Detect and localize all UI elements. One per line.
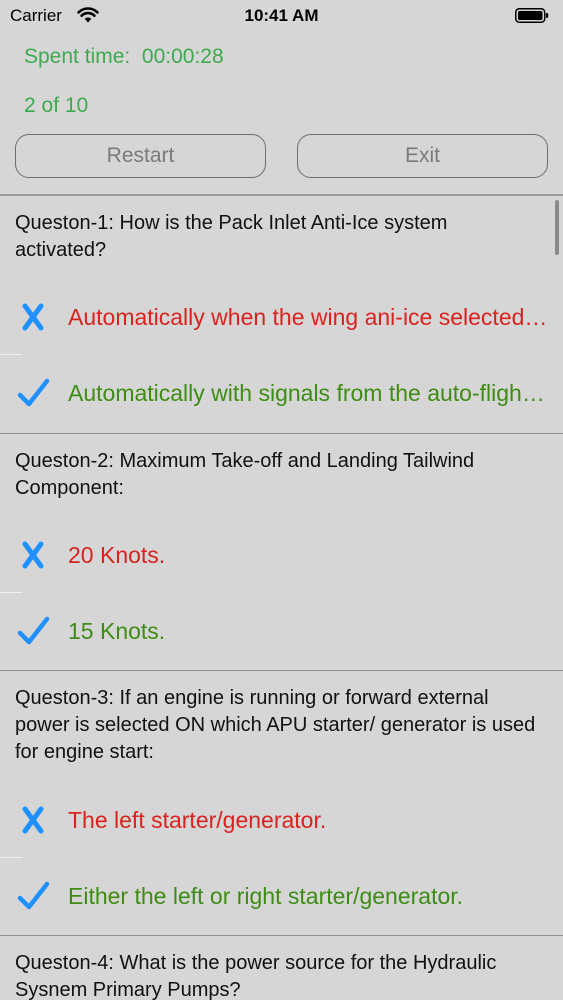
cross-icon [22, 541, 44, 569]
question-text: Queston-1: How is the Pack Inlet Anti-Ic… [15, 212, 448, 261]
question-section-3: Queston-3: If an engine is running or fo… [0, 671, 563, 935]
checkmark-icon [17, 881, 50, 910]
clock-time: 10:41 AM [244, 6, 319, 25]
spent-time-label: Spent time: 00:00:28 [24, 45, 224, 68]
answer-text: The left starter/generator. [68, 807, 327, 833]
question-section-1: Queston-1: How is the Pack Inlet Anti-Ic… [0, 196, 563, 433]
exit-button[interactable]: Exit [297, 134, 548, 178]
answer-row-correct[interactable]: 15 Knots. [0, 610, 563, 650]
question-text: Queston-3: If an engine is running or fo… [15, 687, 536, 763]
cross-icon [22, 303, 44, 331]
answer-text: 20 Knots. [68, 542, 166, 568]
answer-row-correct[interactable]: Either the left or right starter/generat… [0, 875, 563, 915]
checkmark-icon [17, 616, 50, 645]
answer-row-wrong[interactable]: Automatically when the wing ani-ice sele… [0, 296, 563, 336]
question-text: Queston-2: Maximum Take-off and Landing … [15, 450, 475, 499]
answer-text: Automatically with signals from the auto… [68, 380, 548, 406]
quiz-results-screen: Carrier 10:41 AM Spent time: 00:00:28 2 … [0, 0, 563, 1000]
answer-row-correct[interactable]: Automatically with signals from the auto… [0, 372, 563, 412]
row-separator [0, 592, 22, 593]
answer-row-wrong[interactable]: 20 Knots. [0, 534, 563, 574]
checkmark-icon [17, 378, 50, 407]
answer-text: 15 Knots. [68, 618, 166, 644]
status-bar: Carrier 10:41 AM [0, 0, 563, 32]
question-section-2: Queston-2: Maximum Take-off and Landing … [0, 434, 563, 670]
question-progress: 2 of 10 [24, 94, 89, 117]
question-section-4: Queston-4: What is the power source for … [0, 936, 563, 1000]
cross-icon [22, 806, 44, 834]
row-separator [0, 354, 22, 355]
row-separator [0, 857, 22, 858]
answer-row-wrong[interactable]: The left starter/generator. [0, 799, 563, 839]
battery-icon [515, 8, 549, 23]
answer-text: Automatically when the wing ani-ice sele… [68, 304, 548, 330]
answer-text: Either the left or right starter/generat… [68, 883, 464, 909]
question-text: Queston-4: What is the power source for … [15, 952, 497, 1000]
restart-button[interactable]: Restart [15, 134, 266, 178]
